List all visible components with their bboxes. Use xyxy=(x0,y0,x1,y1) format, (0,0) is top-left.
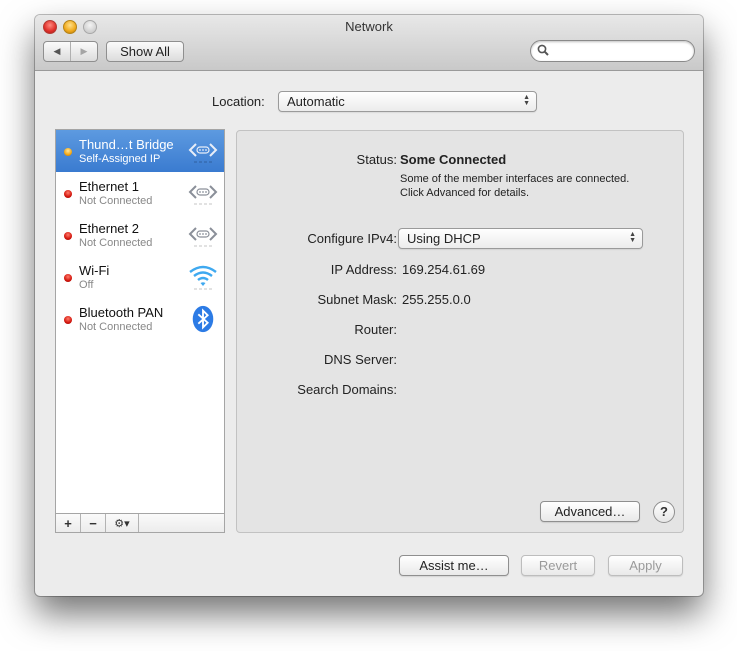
service-item-thunderbolt-bridge[interactable]: Thund…t Bridge Self-Assigned IP xyxy=(56,130,224,172)
bridge-icon xyxy=(188,143,218,163)
service-item-bluetooth-pan[interactable]: Bluetooth PAN Not Connected xyxy=(56,298,224,340)
status-label: Status: xyxy=(356,152,397,167)
service-item-ethernet-2[interactable]: Ethernet 2 Not Connected xyxy=(56,214,224,256)
dns-server-label: DNS Server: xyxy=(324,352,397,367)
location-popup[interactable]: Automatic ▲ ▼ xyxy=(278,91,537,112)
revert-button[interactable]: Revert xyxy=(521,555,595,576)
service-status: Not Connected xyxy=(79,195,153,207)
service-item-ethernet-1[interactable]: Ethernet 1 Not Connected xyxy=(56,172,224,214)
service-list-toolbar: + − ⚙▾ xyxy=(56,513,224,532)
service-name: Ethernet 1 xyxy=(79,179,139,194)
apply-button[interactable]: Apply xyxy=(608,555,683,576)
service-status: Self-Assigned IP xyxy=(79,153,161,165)
service-name: Bluetooth PAN xyxy=(79,305,164,320)
popup-arrows-icon: ▲ ▼ xyxy=(523,94,530,107)
status-indicator-red xyxy=(64,190,72,198)
service-name: Ethernet 2 xyxy=(79,221,139,236)
status-indicator-yellow xyxy=(64,148,72,156)
subnet-mask-value: 255.255.0.0 xyxy=(402,292,471,307)
assist-me-button[interactable]: Assist me… xyxy=(399,555,509,576)
ip-address-value: 169.254.61.69 xyxy=(402,262,486,277)
service-status: Off xyxy=(79,279,94,291)
status-indicator-red xyxy=(64,232,72,240)
popup-arrows-icon: ▲ ▼ xyxy=(629,231,636,244)
service-status: Not Connected xyxy=(79,321,153,333)
back-forward-control: ◀ ▶ xyxy=(43,41,98,62)
location-value: Automatic xyxy=(287,94,345,109)
service-status: Not Connected xyxy=(79,237,153,249)
status-description: Some of the member interfaces are connec… xyxy=(400,173,630,199)
gear-icon[interactable]: ⚙▾ xyxy=(106,514,139,532)
configure-ipv4-label: Configure IPv4: xyxy=(307,231,397,246)
service-name: Thund…t Bridge xyxy=(79,137,174,152)
ethernet-icon xyxy=(188,227,218,247)
search-input[interactable] xyxy=(553,43,687,60)
titlebar: Network ◀ ▶ Show All xyxy=(35,15,703,71)
advanced-button[interactable]: Advanced… xyxy=(540,501,640,522)
wifi-icon xyxy=(189,265,217,290)
service-name: Wi-Fi xyxy=(79,263,110,278)
add-service-button[interactable]: + xyxy=(56,514,81,532)
configure-ipv4-popup[interactable]: Using DHCP ▲ ▼ xyxy=(398,228,643,249)
ethernet-icon xyxy=(188,185,218,205)
show-all-button[interactable]: Show All xyxy=(106,41,184,62)
help-button[interactable]: ? xyxy=(653,501,675,523)
back-button[interactable]: ◀ xyxy=(44,42,71,61)
configure-ipv4-value: Using DHCP xyxy=(407,231,481,246)
router-label: Router: xyxy=(354,322,397,337)
status-indicator-red xyxy=(64,316,72,324)
service-detail-panel: Status: Some Connected Some of the membe… xyxy=(236,130,684,533)
service-list: Thund…t Bridge Self-Assigned IP Ethernet… xyxy=(55,129,225,533)
service-item-wifi[interactable]: Wi-Fi Off xyxy=(56,256,224,298)
remove-service-button[interactable]: − xyxy=(81,514,106,532)
status-indicator-red xyxy=(64,274,72,282)
search-icon xyxy=(537,44,549,56)
subnet-mask-label: Subnet Mask: xyxy=(317,292,398,307)
location-label: Location: xyxy=(212,94,265,109)
status-value: Some Connected xyxy=(400,152,507,167)
network-window: Network ◀ ▶ Show All Location: Automatic… xyxy=(35,15,703,596)
search-field[interactable] xyxy=(530,40,695,62)
ip-address-label: IP Address: xyxy=(330,262,397,277)
bluetooth-icon xyxy=(192,305,214,333)
forward-button[interactable]: ▶ xyxy=(71,42,97,61)
window-title: Network xyxy=(345,19,393,34)
search-domains-label: Search Domains: xyxy=(297,382,397,397)
